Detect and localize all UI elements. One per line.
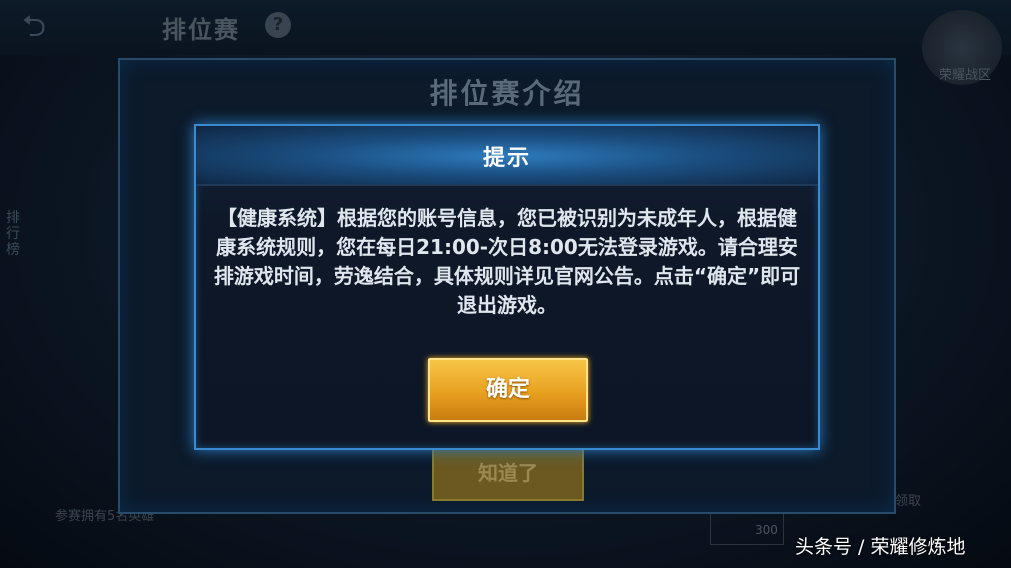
background-right-text: 领取 [895, 494, 922, 509]
background-title: 排位赛 [162, 16, 240, 44]
confirm-button-label: 确定 [485, 377, 530, 402]
dialog-message: 【健康系统】根据您的账号信息，您已被识别为未成年人，根据健康系统规则，您在每日2… [213, 206, 801, 317]
confirm-button[interactable]: 确定 [428, 358, 588, 422]
dialog-title: 提示 [482, 146, 531, 171]
back-arrow-icon: ⮌ [22, 9, 47, 44]
honor-zone-label: 荣耀战区 [938, 68, 991, 83]
ranked-intro-title: 排位赛介绍 [429, 77, 585, 110]
help-icon: ? [265, 12, 291, 38]
coin-value: 300 [755, 523, 778, 537]
dialog-divider [196, 184, 818, 186]
leaderboard-label: 排行榜 [6, 210, 20, 258]
background-header [0, 0, 1011, 55]
watermark: 头条号 / 荣耀修炼地 [795, 536, 966, 558]
health-system-dialog: 提示 【健康系统】根据您的账号信息，您已被识别为未成年人，根据健康系统规则，您在… [194, 124, 820, 450]
got-it-button: 知道了 [432, 445, 584, 501]
